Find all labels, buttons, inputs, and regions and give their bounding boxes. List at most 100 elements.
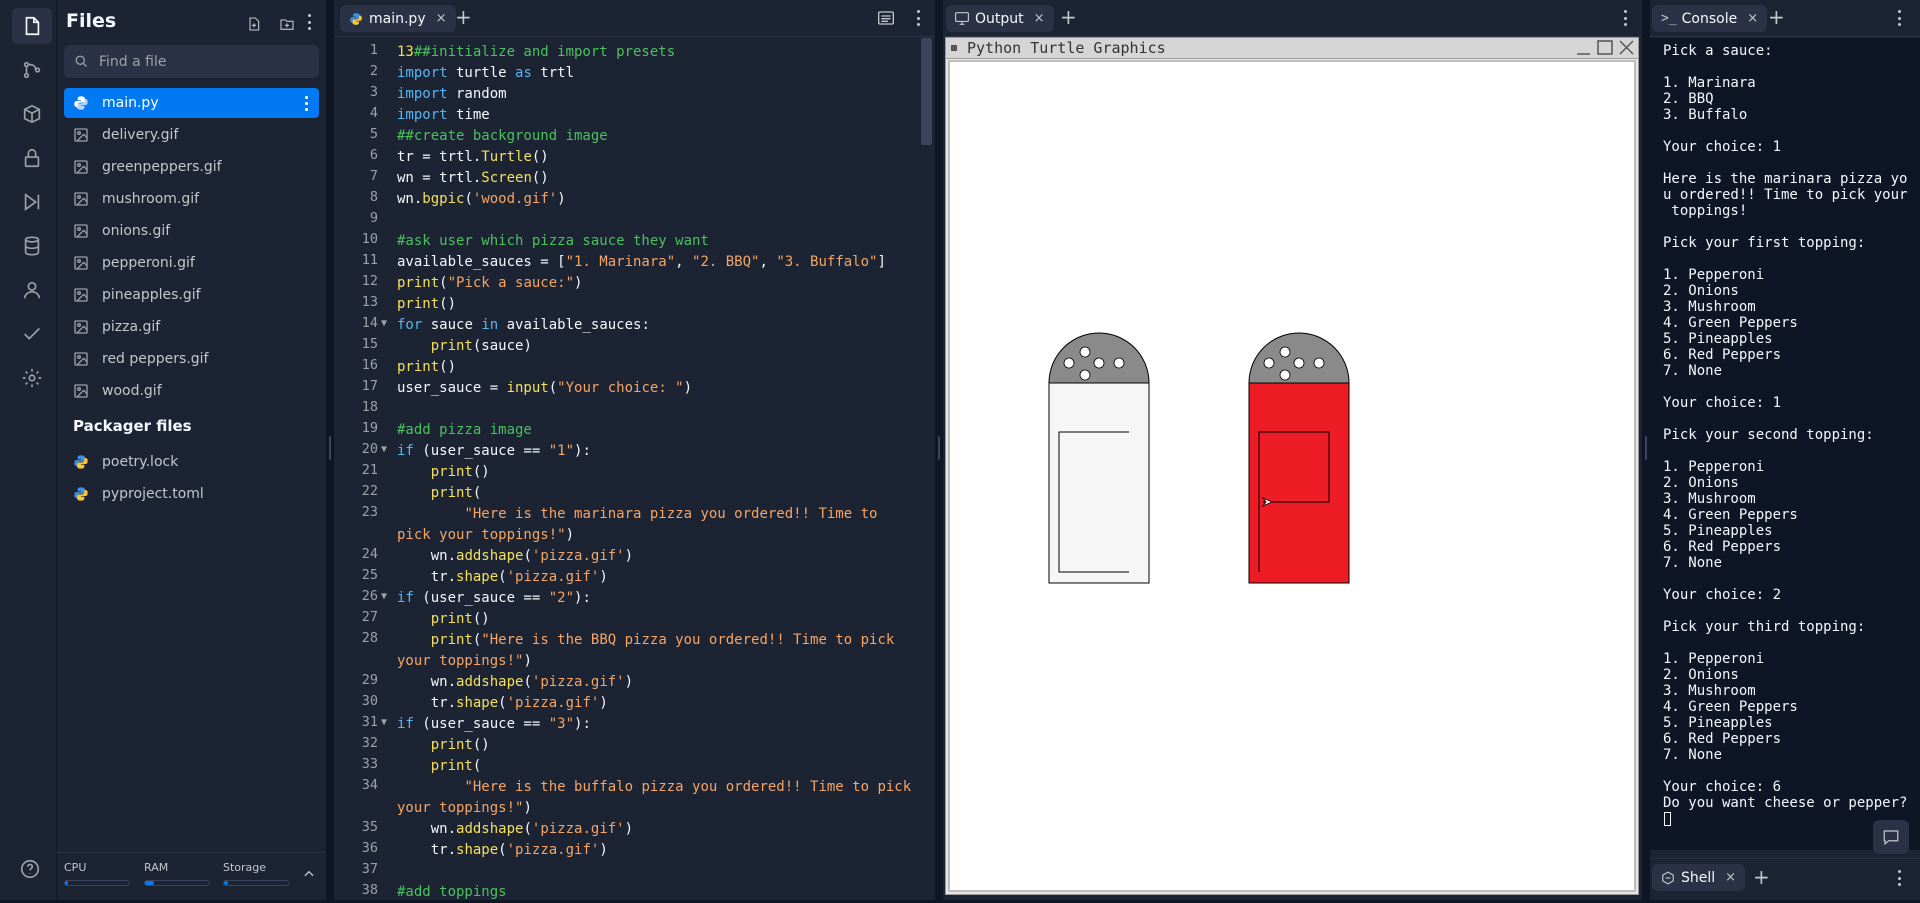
close-icon[interactable]: ×: [1725, 870, 1736, 885]
help-icon[interactable]: [10, 851, 50, 887]
tab-console[interactable]: >_ Console ×: [1652, 5, 1768, 32]
storage-label: Storage: [223, 861, 267, 874]
console-line: 6. Red Peppers: [1663, 731, 1782, 747]
file-item[interactable]: pepperoni.gif: [64, 248, 319, 278]
settings-icon[interactable]: [12, 360, 52, 396]
tab-main-py[interactable]: main.py ×: [340, 5, 456, 32]
check-icon[interactable]: [12, 316, 52, 352]
user-icon[interactable]: [12, 272, 52, 308]
chat-icon[interactable]: [1873, 820, 1909, 854]
console-line: 2. BBQ: [1663, 91, 1714, 107]
file-item[interactable]: pizza.gif: [64, 312, 319, 342]
fold-chevron-icon[interactable]: ▼: [381, 318, 387, 329]
console-line: Your choice: 1: [1663, 139, 1782, 155]
line-number: 25: [361, 567, 378, 583]
line-number: 9: [369, 210, 378, 226]
close-icon[interactable]: ×: [1034, 11, 1045, 26]
resize-handle[interactable]: [329, 436, 331, 460]
file-item[interactable]: greenpeppers.gif: [64, 152, 319, 182]
file-item[interactable]: red peppers.gif: [64, 344, 319, 374]
new-file-icon[interactable]: [244, 14, 264, 34]
file-item[interactable]: onions.gif: [64, 216, 319, 246]
console-line: 1. Pepperoni: [1663, 267, 1765, 283]
resize-handle[interactable]: [938, 436, 940, 460]
console-line: 2. Onions: [1663, 667, 1739, 683]
file-item[interactable]: delivery.gif: [64, 120, 319, 150]
image-icon: [73, 255, 89, 271]
tab-shell[interactable]: Shell ×: [1652, 864, 1746, 891]
window-menu-icon[interactable]: [951, 45, 957, 51]
console-line: Here is the marinara pizza yo: [1663, 171, 1908, 187]
console-line: Your choice: 1: [1663, 395, 1782, 411]
fold-chevron-icon[interactable]: ▼: [381, 444, 387, 455]
file-item[interactable]: main.py: [64, 88, 319, 118]
close-icon[interactable]: ×: [1747, 11, 1758, 26]
add-tab-icon[interactable]: +: [455, 7, 472, 27]
editor-scrollbar[interactable]: [921, 38, 932, 145]
shell-tab-bar: Shell × +: [1650, 858, 1920, 895]
secrets-icon[interactable]: [12, 140, 52, 176]
code-line: #ask user which pizza sauce they want: [397, 233, 709, 249]
files-title: Files: [66, 10, 117, 32]
line-number: 10: [361, 231, 378, 247]
code-area[interactable]: 1 13##initialize and import presets 2 impor…: [334, 40, 932, 900]
git-icon[interactable]: [12, 52, 52, 88]
window-controls-icon[interactable]: [1574, 39, 1636, 57]
python-icon: [73, 486, 89, 502]
new-folder-icon[interactable]: [277, 14, 297, 34]
code-line: tr.shape('pizza.gif'): [397, 842, 608, 858]
console-line: 5. Pineapples: [1663, 331, 1773, 347]
code-line: wn.bgpic('wood.gif'): [397, 191, 566, 207]
tab-label: Output: [975, 10, 1024, 27]
console-menu-icon[interactable]: [1896, 10, 1902, 26]
add-tab-icon[interactable]: +: [1768, 7, 1785, 27]
database-icon[interactable]: [12, 228, 52, 264]
format-icon[interactable]: [878, 11, 894, 25]
file-name: mushroom.gif: [102, 191, 200, 207]
code-line: 13##initialize and import presets: [397, 44, 676, 60]
file-name: pyproject.toml: [102, 486, 204, 502]
file-item[interactable]: pyproject.toml: [64, 479, 319, 509]
chevron-up-icon[interactable]: [302, 867, 316, 881]
close-icon[interactable]: ×: [436, 11, 447, 26]
code-line: print(): [397, 359, 457, 375]
fold-chevron-icon[interactable]: ▼: [381, 591, 387, 602]
file-name: main.py: [102, 95, 159, 111]
run-icon[interactable]: [12, 184, 52, 220]
line-number: 38: [361, 882, 378, 898]
add-tab-icon[interactable]: +: [1060, 7, 1077, 27]
console-output[interactable]: Pick a sauce: 1. Marinara 2. BBQ 3. Buffalo…: [1650, 38, 1920, 850]
file-menu-icon[interactable]: [299, 94, 313, 112]
fold-chevron-icon[interactable]: ▼: [381, 717, 387, 728]
shell-menu-icon[interactable]: [1896, 870, 1902, 886]
search-input[interactable]: Find a file: [64, 45, 319, 78]
console-cursor[interactable]: [1664, 812, 1671, 826]
code-line: print(): [397, 296, 457, 312]
files-icon[interactable]: [12, 8, 52, 44]
code-line: print("Pick a sauce:"): [397, 275, 583, 291]
console-line: 4. Green Peppers: [1663, 315, 1798, 331]
output-menu-icon[interactable]: [1622, 10, 1628, 26]
file-name: red peppers.gif: [102, 351, 209, 367]
turtle-drawing: [1048, 332, 1350, 584]
console-line: 5. Pineapples: [1663, 523, 1773, 539]
turtle-canvas[interactable]: [948, 60, 1636, 892]
file-item[interactable]: mushroom.gif: [64, 184, 319, 214]
console-line: Pick your first topping:: [1663, 235, 1866, 251]
file-item[interactable]: wood.gif: [64, 376, 319, 406]
tab-output[interactable]: Output ×: [946, 5, 1054, 32]
line-number: 30: [361, 693, 378, 709]
console-line: 1. Marinara: [1663, 75, 1756, 91]
code-line: tr.shape('pizza.gif'): [397, 695, 608, 711]
packages-icon[interactable]: [12, 96, 52, 132]
search-placeholder: Find a file: [99, 53, 167, 70]
editor-menu-icon[interactable]: [915, 10, 921, 26]
resize-handle[interactable]: [1645, 436, 1647, 460]
files-menu-icon[interactable]: [306, 14, 312, 30]
cpu-label: CPU: [64, 861, 87, 874]
add-tab-icon[interactable]: +: [1753, 867, 1770, 887]
line-number: 23: [361, 504, 378, 520]
image-icon: [73, 191, 89, 207]
file-item[interactable]: poetry.lock: [64, 447, 319, 477]
file-item[interactable]: pineapples.gif: [64, 280, 319, 310]
